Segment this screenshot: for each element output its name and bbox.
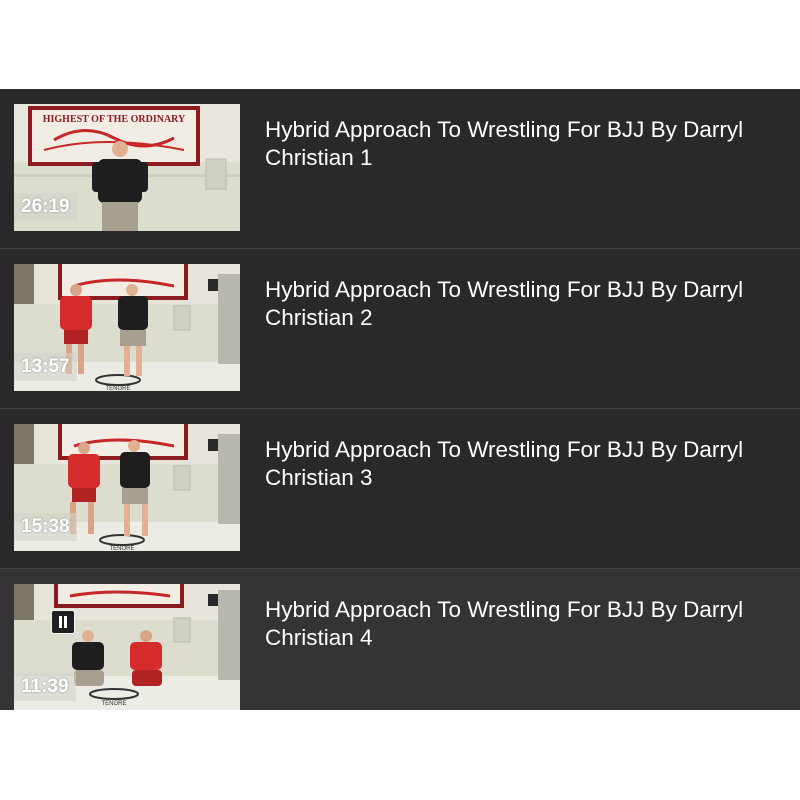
mat-logo-text: TENORE <box>105 386 130 391</box>
playlist-item-4[interactable]: TENORE 11:39 Hybrid Approach To Wrestlin… <box>0 569 800 710</box>
playlist-item-1[interactable]: HIGHEST OF THE ORDINARY 26:19 Hybrid App… <box>0 89 800 249</box>
playlist-item-2[interactable]: TENORE 13:57 Hybrid Approach To Wrestlin… <box>0 249 800 409</box>
video-title[interactable]: Hybrid Approach To Wrestling For BJJ By … <box>265 116 775 172</box>
video-thumbnail[interactable]: TENORE 11:39 <box>14 584 240 710</box>
video-playlist: HIGHEST OF THE ORDINARY 26:19 Hybrid App… <box>0 89 800 710</box>
video-title[interactable]: Hybrid Approach To Wrestling For BJJ By … <box>265 596 775 652</box>
video-title[interactable]: Hybrid Approach To Wrestling For BJJ By … <box>265 276 775 332</box>
video-thumbnail[interactable]: TENORE 15:38 <box>14 424 240 551</box>
duration-badge: 11:39 <box>14 673 76 701</box>
banner-text: HIGHEST OF THE ORDINARY <box>43 114 186 125</box>
duration-badge: 13:57 <box>14 353 77 381</box>
mat-logo-text: TENORE <box>101 701 126 707</box>
video-title[interactable]: Hybrid Approach To Wrestling For BJJ By … <box>265 436 775 492</box>
video-thumbnail[interactable]: HIGHEST OF THE ORDINARY 26:19 <box>14 104 240 231</box>
pause-icon[interactable] <box>51 610 75 634</box>
duration-badge: 15:38 <box>14 513 77 541</box>
duration-badge: 26:19 <box>14 193 77 221</box>
playlist-item-3[interactable]: TENORE 15:38 Hybrid Approach To Wrestlin… <box>0 409 800 569</box>
video-thumbnail[interactable]: TENORE 13:57 <box>14 264 240 391</box>
mat-logo-text: TENORE <box>109 546 134 551</box>
